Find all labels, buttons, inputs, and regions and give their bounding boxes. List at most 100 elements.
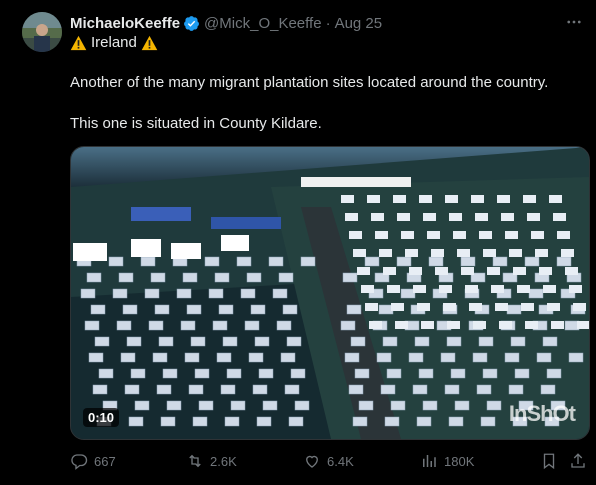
house bbox=[447, 321, 460, 329]
author-handle[interactable]: @Mick_O_Keeffe bbox=[204, 15, 322, 32]
house bbox=[523, 195, 536, 203]
house bbox=[252, 384, 268, 395]
house bbox=[90, 304, 106, 315]
house bbox=[391, 303, 404, 311]
house bbox=[186, 304, 202, 315]
house bbox=[354, 368, 370, 379]
house bbox=[400, 288, 416, 299]
warning-icon bbox=[70, 35, 87, 50]
house bbox=[387, 285, 400, 293]
house bbox=[94, 336, 110, 347]
house bbox=[190, 336, 206, 347]
tweet-date[interactable]: Aug 25 bbox=[335, 15, 383, 32]
author-name[interactable]: MichaeloKeeffe bbox=[70, 15, 180, 32]
house bbox=[156, 384, 172, 395]
house bbox=[428, 256, 444, 267]
house bbox=[524, 256, 540, 267]
like-button[interactable]: 6.4K bbox=[303, 452, 354, 470]
house bbox=[367, 195, 380, 203]
house bbox=[479, 231, 492, 239]
house bbox=[349, 231, 362, 239]
house bbox=[262, 400, 278, 411]
views-icon bbox=[423, 455, 436, 467]
house bbox=[440, 352, 456, 363]
house bbox=[417, 303, 430, 311]
house bbox=[358, 400, 374, 411]
house bbox=[383, 267, 396, 275]
house bbox=[480, 416, 496, 427]
house bbox=[517, 285, 530, 293]
house bbox=[204, 256, 220, 267]
house bbox=[528, 288, 544, 299]
tweet-text-line-2: This one is situated in County Kildare. bbox=[70, 115, 322, 132]
tweet-header: MichaeloKeeffe @Mick_O_Keeffe · Aug 25 bbox=[70, 13, 580, 33]
house bbox=[176, 288, 192, 299]
more-icon[interactable] bbox=[562, 10, 586, 34]
house bbox=[294, 400, 310, 411]
tweet-text-line-1: Another of the many migrant plantation s… bbox=[70, 74, 549, 91]
house bbox=[514, 368, 530, 379]
like-count: 6.4K bbox=[327, 453, 354, 469]
house bbox=[226, 368, 242, 379]
house bbox=[250, 304, 266, 315]
house bbox=[92, 384, 108, 395]
house bbox=[395, 321, 408, 329]
video-duration: 0:10 bbox=[83, 408, 120, 427]
house bbox=[158, 336, 174, 347]
house bbox=[126, 336, 142, 347]
house bbox=[414, 336, 430, 347]
share-button[interactable] bbox=[569, 452, 587, 470]
reply-button[interactable]: 667 bbox=[70, 452, 116, 470]
play-video[interactable]: 0:10 InShOt bbox=[70, 146, 590, 440]
house bbox=[112, 288, 128, 299]
house bbox=[230, 400, 246, 411]
house bbox=[220, 384, 236, 395]
house bbox=[152, 352, 168, 363]
house bbox=[386, 368, 402, 379]
house bbox=[86, 272, 102, 283]
house bbox=[521, 303, 534, 311]
house bbox=[510, 336, 526, 347]
house bbox=[346, 304, 362, 315]
views-button[interactable]: 180K bbox=[420, 452, 474, 470]
house bbox=[546, 368, 562, 379]
house bbox=[344, 352, 360, 363]
house bbox=[365, 303, 378, 311]
house bbox=[409, 267, 422, 275]
house bbox=[408, 352, 424, 363]
house bbox=[342, 272, 358, 283]
retweet-button[interactable]: 2.6K bbox=[186, 452, 237, 470]
avatar[interactable] bbox=[22, 12, 62, 52]
house bbox=[549, 195, 562, 203]
house bbox=[505, 231, 518, 239]
house bbox=[547, 303, 560, 311]
house bbox=[431, 249, 444, 257]
house bbox=[435, 267, 448, 275]
house bbox=[278, 272, 294, 283]
house bbox=[418, 368, 434, 379]
house bbox=[350, 336, 366, 347]
house bbox=[128, 416, 144, 427]
house bbox=[98, 368, 114, 379]
house bbox=[212, 320, 228, 331]
house bbox=[531, 231, 544, 239]
house bbox=[144, 288, 160, 299]
bookmark-button[interactable] bbox=[540, 452, 558, 470]
house bbox=[382, 336, 398, 347]
house bbox=[457, 249, 470, 257]
house bbox=[379, 249, 392, 257]
house bbox=[564, 320, 580, 331]
house bbox=[218, 304, 234, 315]
house bbox=[483, 249, 496, 257]
house bbox=[472, 352, 488, 363]
house bbox=[108, 256, 124, 267]
house bbox=[499, 321, 512, 329]
house bbox=[256, 416, 272, 427]
house bbox=[446, 336, 462, 347]
house bbox=[244, 320, 260, 331]
house bbox=[491, 285, 504, 293]
house bbox=[198, 400, 214, 411]
house bbox=[240, 288, 256, 299]
house bbox=[487, 267, 500, 275]
house bbox=[397, 213, 410, 221]
